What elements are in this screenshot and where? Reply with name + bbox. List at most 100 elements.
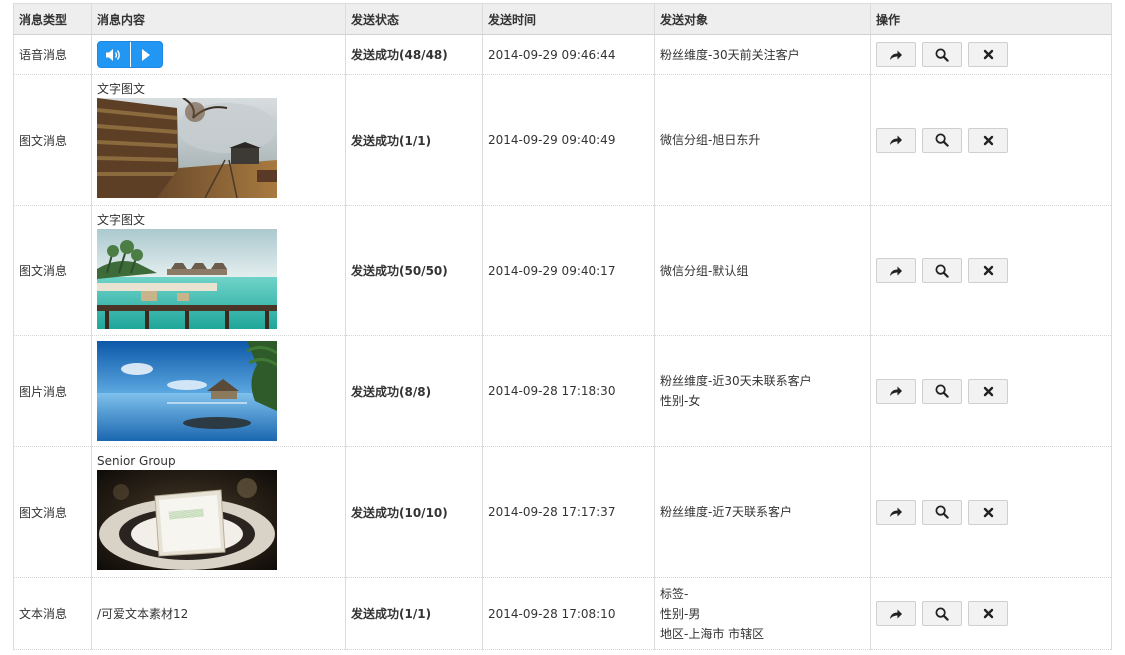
share-icon: [890, 266, 902, 276]
send-target: 粉丝维度-30天前关注客户: [654, 34, 871, 75]
actions-cell: [870, 577, 1112, 650]
forward-button[interactable]: [876, 127, 916, 153]
message-content: Senior Group ▒▒▒▒▒▒▒: [91, 446, 346, 578]
actions-cell: [870, 335, 1112, 447]
message-content: [91, 335, 346, 447]
message-type: 语音消息: [13, 34, 92, 75]
close-icon: [983, 608, 993, 619]
share-icon: [890, 609, 902, 619]
view-button[interactable]: [922, 42, 962, 67]
message-type: 文本消息: [13, 577, 92, 650]
view-button[interactable]: [922, 127, 962, 153]
infinity-pool-photo[interactable]: [97, 341, 277, 441]
search-icon: [935, 264, 949, 278]
message-type: 图文消息: [13, 205, 92, 336]
forward-button[interactable]: [876, 258, 916, 283]
target-line: 微信分组-默认组: [660, 263, 749, 278]
target-line: 性别-女: [660, 394, 701, 408]
forward-button[interactable]: [876, 499, 916, 525]
share-icon: [890, 50, 902, 60]
banquet-table-card-photo[interactable]: ▒▒▒▒▒▒▒: [97, 470, 277, 570]
message-table: 消息类型 消息内容 发送状态 发送时间 发送对象 操作 语音消息 发送成功(48…: [13, 3, 1112, 650]
share-icon: [890, 507, 902, 517]
message-content: 文字图文: [91, 74, 346, 206]
target-line: 粉丝维度-30天前关注客户: [660, 47, 800, 62]
table-row: 语音消息 发送成功(48/48) 2014-09-29 09:46:44 粉丝维…: [13, 34, 1112, 75]
target-line: 性别-男: [660, 606, 701, 621]
table-row: 图片消息 发送成功(8/8) 2014-09-28 17:18:30 粉丝维度-…: [13, 335, 1112, 447]
message-content: 文字图文: [91, 205, 346, 336]
message-type: 图文消息: [13, 74, 92, 206]
forward-button[interactable]: [876, 42, 916, 67]
message-content: [91, 34, 346, 75]
send-time: 2014-09-28 17:08:10: [482, 577, 655, 650]
forward-button[interactable]: [876, 601, 916, 626]
search-icon: [935, 607, 949, 621]
target-line: 地区-上海市 市辖区: [660, 626, 765, 641]
news-title: 文字图文: [97, 82, 146, 96]
tropical-beach-photo[interactable]: [97, 228, 277, 329]
view-button[interactable]: [922, 378, 962, 404]
message-type: 图文消息: [13, 446, 92, 578]
send-time: 2014-09-29 09:40:49: [482, 74, 655, 206]
speaker-icon[interactable]: [98, 42, 130, 67]
table-header-row: 消息类型 消息内容 发送状态 发送时间 发送对象 操作: [13, 3, 1112, 35]
close-icon: [983, 265, 993, 276]
header-send-status: 发送状态: [345, 3, 483, 35]
view-button[interactable]: [922, 258, 962, 283]
actions-cell: [870, 446, 1112, 578]
send-time: 2014-09-28 17:17:37: [482, 446, 655, 578]
view-button[interactable]: [922, 601, 962, 626]
delete-button[interactable]: [968, 601, 1008, 626]
header-message-content: 消息内容: [91, 3, 346, 35]
send-status: 发送成功(48/48): [345, 34, 483, 75]
header-send-time: 发送时间: [482, 3, 655, 35]
news-title: Senior Group: [97, 454, 176, 468]
header-send-target: 发送对象: [654, 3, 871, 35]
search-icon: [935, 133, 949, 147]
close-icon: [983, 135, 993, 145]
send-status: 发送成功(1/1): [345, 577, 483, 650]
search-icon: [935, 505, 949, 519]
delete-button[interactable]: [968, 499, 1008, 525]
close-icon: [983, 49, 993, 60]
actions-cell: [870, 74, 1112, 206]
delete-button[interactable]: [968, 378, 1008, 404]
search-icon: [935, 48, 949, 62]
search-icon: [935, 384, 949, 398]
actions-cell: [870, 34, 1112, 75]
delete-button[interactable]: [968, 42, 1008, 67]
news-title: 文字图文: [97, 212, 146, 227]
voice-player[interactable]: [97, 41, 163, 68]
target-line: 微信分组-旭日东升: [660, 133, 761, 147]
send-status: 发送成功(50/50): [345, 205, 483, 336]
actions-cell: [870, 205, 1112, 336]
send-status: 发送成功(8/8): [345, 335, 483, 447]
message-type: 图片消息: [13, 335, 92, 447]
target-line: 粉丝维度-近7天联系客户: [660, 505, 792, 519]
close-icon: [983, 386, 993, 396]
send-target: 粉丝维度-近7天联系客户: [654, 446, 871, 578]
send-target: 微信分组-旭日东升: [654, 74, 871, 206]
table-row: 图文消息 文字图文 发送成功(50/50) 2014-09-29 09:40:1…: [13, 205, 1112, 336]
table-row: 图文消息 Senior Group ▒▒▒▒▒▒▒ 发送成功(10/10) 20…: [13, 446, 1112, 578]
forward-button[interactable]: [876, 378, 916, 404]
play-icon[interactable]: [129, 42, 163, 67]
table-row: 图文消息 文字图文 发送成功(1/1) 2014-09-29 09:40:49 …: [13, 74, 1112, 206]
view-button[interactable]: [922, 499, 962, 525]
send-status: 发送成功(1/1): [345, 74, 483, 206]
send-target: 粉丝维度-近30天未联系客户 性别-女: [654, 335, 871, 447]
share-icon: [890, 135, 902, 145]
header-message-type: 消息类型: [13, 3, 92, 35]
railway-autumn-photo[interactable]: [97, 98, 277, 198]
send-time: 2014-09-29 09:46:44: [482, 34, 655, 75]
delete-button[interactable]: [968, 127, 1008, 153]
send-time: 2014-09-29 09:40:17: [482, 205, 655, 336]
send-time: 2014-09-28 17:18:30: [482, 335, 655, 447]
message-content: /可爱文本素材12: [91, 577, 346, 650]
delete-button[interactable]: [968, 258, 1008, 283]
share-icon: [890, 386, 902, 396]
send-status: 发送成功(10/10): [345, 446, 483, 578]
target-line: 粉丝维度-近30天未联系客户: [660, 374, 812, 388]
send-target: 微信分组-默认组: [654, 205, 871, 336]
